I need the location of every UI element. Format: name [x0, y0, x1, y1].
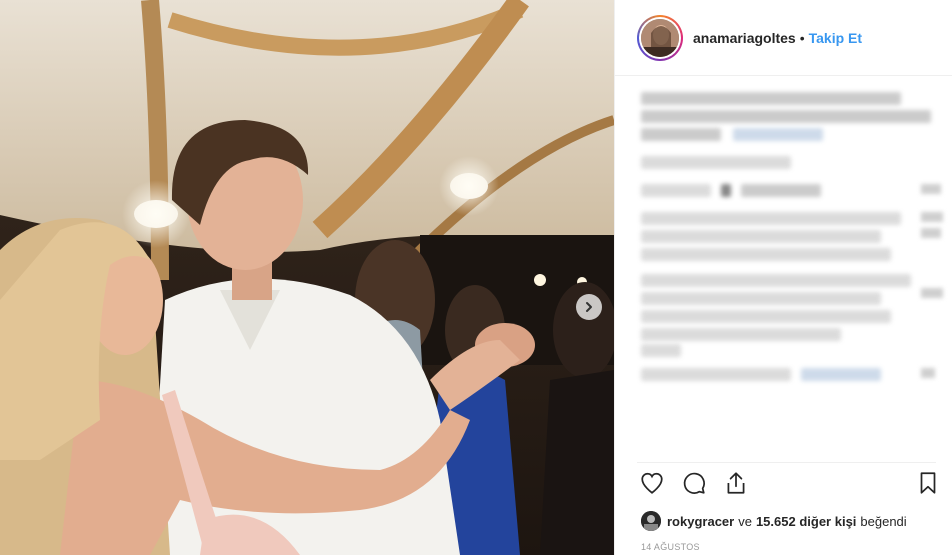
- heart-icon[interactable]: [639, 470, 665, 496]
- comment-icon[interactable]: [681, 470, 707, 496]
- post-photo[interactable]: [0, 0, 614, 555]
- username-link[interactable]: anamariagoltes: [693, 30, 796, 46]
- avatar: [641, 18, 679, 57]
- liker-avatar: [641, 511, 661, 531]
- post-side-panel: anamariagoltes • Takip Et rokygracer ve …: [614, 0, 952, 555]
- action-bar: [639, 470, 939, 502]
- likes-connector: ve: [738, 513, 752, 529]
- story-ring[interactable]: [637, 14, 683, 61]
- likes-summary: rokygracer ve 15.652 diğer kişi beğendi: [641, 511, 907, 531]
- separator-dot: •: [799, 29, 805, 46]
- share-icon[interactable]: [723, 470, 749, 496]
- post-image: [0, 0, 614, 555]
- caption-blurred: [637, 88, 937, 388]
- divider: [637, 462, 936, 463]
- likes-count-link[interactable]: 15.652 diğer kişi: [756, 514, 856, 529]
- post-date[interactable]: 14 AĞUSTOS: [641, 542, 700, 552]
- post-header: anamariagoltes • Takip Et: [615, 0, 952, 76]
- bookmark-icon[interactable]: [915, 470, 941, 496]
- liker-username[interactable]: rokygracer: [667, 514, 734, 529]
- carousel-next-button[interactable]: [576, 294, 602, 320]
- chevron-right-icon: [586, 302, 592, 312]
- likes-suffix: beğendi: [860, 513, 907, 529]
- follow-button[interactable]: Takip Et: [809, 30, 862, 46]
